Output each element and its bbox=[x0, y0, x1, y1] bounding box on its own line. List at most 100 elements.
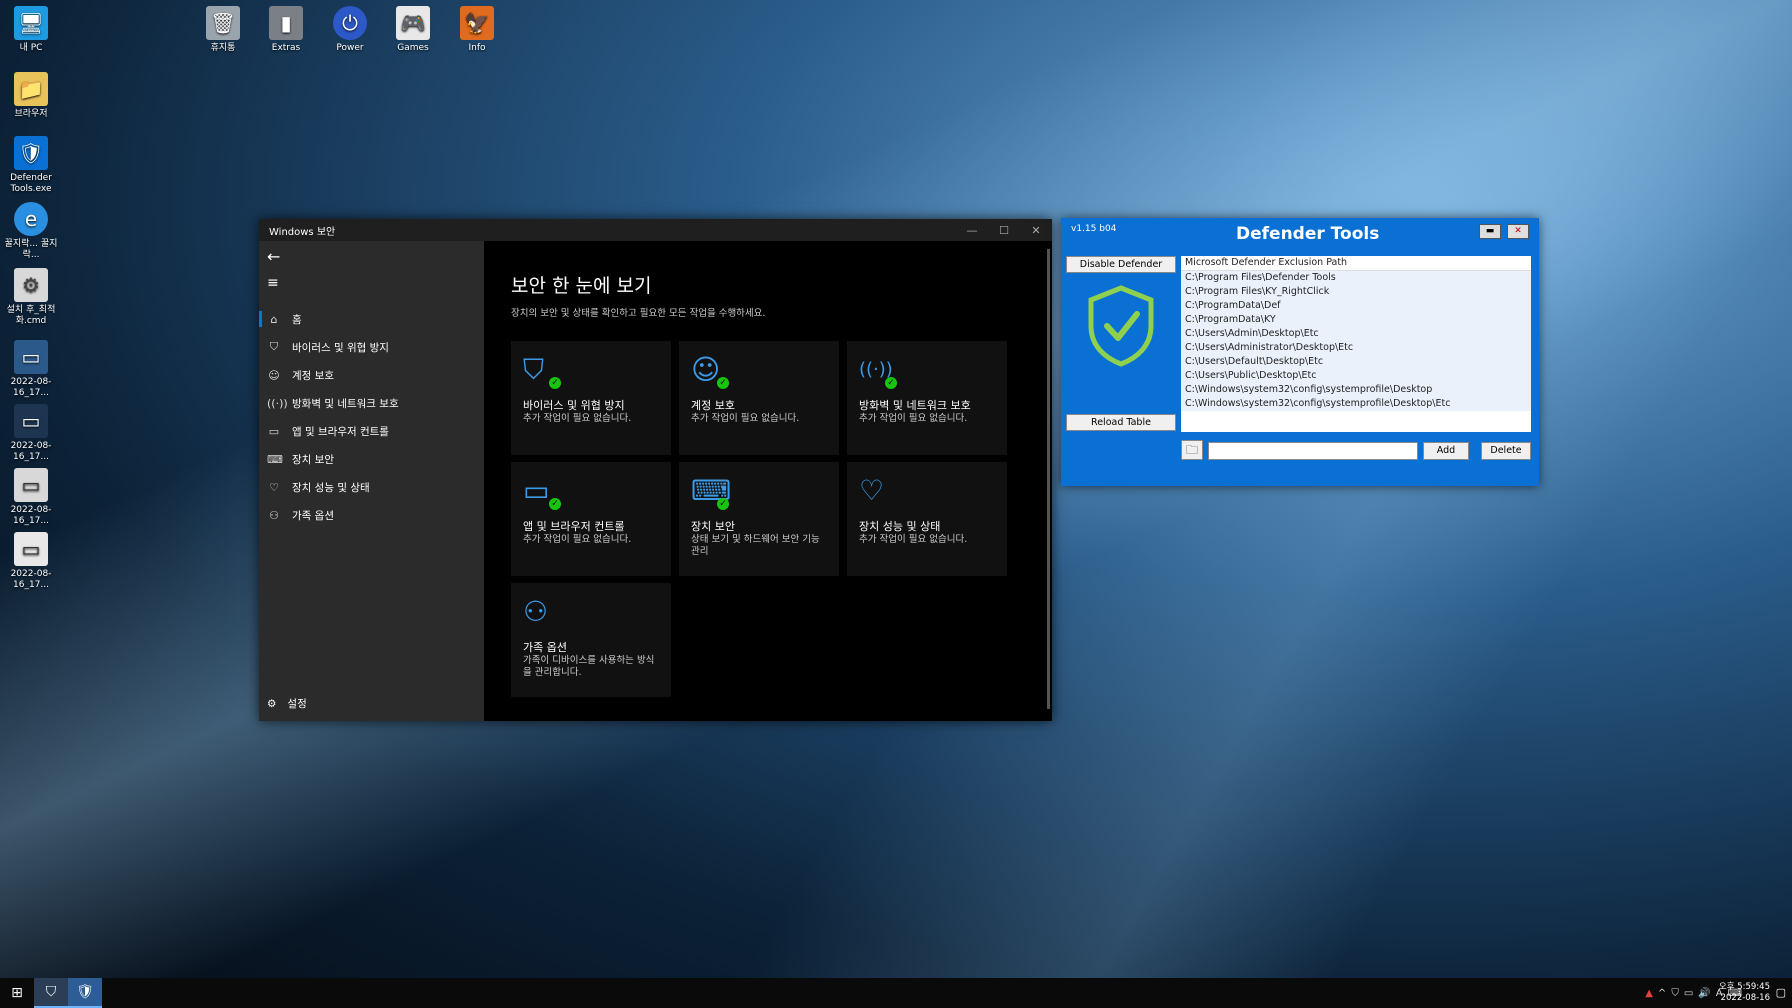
sidebar-item-label: 설정 bbox=[287, 698, 307, 710]
sidebar-item-settings[interactable]: ⚙ 설정 bbox=[267, 696, 307, 711]
desktop-icon-defender-tools[interactable]: 🛡 Defender Tools.exe bbox=[0, 136, 62, 195]
desktop-icon-label: 브라우저 bbox=[14, 109, 48, 119]
list-header: Microsoft Defender Exclusion Path bbox=[1181, 256, 1531, 271]
window-titlebar[interactable]: Windows 보안 — ☐ ✕ bbox=[259, 219, 1052, 241]
shield-icon: ⛉ ✓ bbox=[523, 353, 561, 389]
tile-title: 방화벽 및 네트워크 보호 bbox=[859, 399, 971, 412]
sidebar-nav: ⌂ 홈 ⛉ 바이러스 및 위협 방지 ☺ 계정 보호 ((·)) 방화벽 및 네… bbox=[259, 305, 484, 529]
image-icon: ▭ bbox=[14, 404, 48, 438]
desktop-icon-power[interactable]: ⏻ Power bbox=[319, 6, 381, 54]
delete-button[interactable]: Delete bbox=[1481, 442, 1531, 460]
tile-title: 앱 및 브라우저 컨트롤 bbox=[523, 520, 625, 533]
list-item[interactable]: C:\Windows\system32\config\systemprofile… bbox=[1181, 397, 1531, 411]
close-button[interactable]: ✕ bbox=[1020, 224, 1052, 237]
taskbar: ⊞ ⛉ 🛡 ▲ ^ ⛉ ▭ 🔊 A ⌨ 오후 5:59:45 2022-08-1… bbox=[0, 978, 1792, 1008]
desktop-icon-label: 설치 후_최적화.cmd bbox=[6, 305, 56, 326]
person-icon: ☺ bbox=[268, 368, 280, 382]
disable-defender-button[interactable]: Disable Defender bbox=[1066, 256, 1176, 273]
list-item[interactable]: C:\Users\Admin\Desktop\Etc bbox=[1181, 327, 1531, 341]
path-input[interactable] bbox=[1208, 442, 1418, 460]
tile-device-security[interactable]: ⌨ ✓ 장치 보안 상태 보기 및 하드웨어 보안 기능 관리 bbox=[679, 462, 839, 576]
sidebar-item-device-health[interactable]: ♡ 장치 성능 및 상태 bbox=[259, 473, 484, 501]
desktop-icon-browser[interactable]: 📁 브라우저 bbox=[0, 72, 62, 120]
list-item[interactable]: C:\Windows\system32\config\systemprofile… bbox=[1181, 383, 1531, 397]
desktop-icon-my-pc[interactable]: 🖥 내 PC bbox=[0, 6, 62, 54]
sidebar-item-account-protection[interactable]: ☺ 계정 보호 bbox=[259, 361, 484, 389]
taskbar-windows-security[interactable]: ⛉ bbox=[34, 978, 68, 1008]
desktop-icon-ie[interactable]: e 꿀지락... 꿀지락... bbox=[0, 202, 62, 261]
heart-icon: ♡ bbox=[859, 474, 885, 507]
ie-icon: e bbox=[14, 202, 48, 236]
home-icon: ⌂ bbox=[270, 312, 278, 326]
desktop-icon-games[interactable]: 🎮 Games bbox=[382, 6, 444, 54]
desktop-icon-info[interactable]: 🦅 Info bbox=[446, 6, 508, 54]
tray-app-icon[interactable]: ▲ bbox=[1645, 988, 1653, 999]
hamburger-menu-icon[interactable]: ≡ bbox=[267, 275, 279, 291]
scrollbar[interactable] bbox=[1047, 249, 1050, 709]
laptop-icon: ⌨ bbox=[267, 452, 283, 466]
network-icon[interactable]: ▭ bbox=[1684, 988, 1693, 999]
tile-status: 추가 작업이 필요 없습니다. bbox=[859, 534, 968, 545]
desktop-icon-label: Defender Tools.exe bbox=[10, 173, 52, 194]
extras-icon: ▮ bbox=[269, 6, 303, 40]
tile-title: 장치 보안 bbox=[691, 520, 735, 533]
back-arrow-icon[interactable]: ← bbox=[267, 247, 280, 266]
desktop-icon-cmd[interactable]: ⚙ 설치 후_최적화.cmd bbox=[0, 268, 62, 327]
shield-tray-icon[interactable]: ⛉ bbox=[1671, 988, 1679, 999]
list-item[interactable]: C:\ProgramData\KY bbox=[1181, 313, 1531, 327]
notification-icon[interactable]: ▢ bbox=[1776, 986, 1786, 999]
start-button[interactable]: ⊞ bbox=[0, 978, 34, 1008]
list-item[interactable]: C:\Users\Administrator\Desktop\Etc bbox=[1181, 341, 1531, 355]
sidebar-item-family[interactable]: ⚇ 가족 옵션 bbox=[259, 501, 484, 529]
sidebar-item-home[interactable]: ⌂ 홈 bbox=[259, 305, 484, 333]
desktop-icon-screenshot-4[interactable]: ▭ 2022-08-16_17... bbox=[0, 532, 62, 591]
window-icon: ▭ ✓ bbox=[523, 474, 561, 510]
desktop-icon-screenshot-3[interactable]: ▭ 2022-08-16_17... bbox=[0, 468, 62, 527]
reload-table-button[interactable]: Reload Table bbox=[1066, 414, 1176, 431]
add-button[interactable]: Add bbox=[1423, 442, 1469, 460]
minimize-button[interactable]: — bbox=[956, 224, 988, 237]
volume-icon[interactable]: 🔊 bbox=[1698, 988, 1710, 999]
tile-account-protection[interactable]: ☺ ✓ 계정 보호 추가 작업이 필요 없습니다. bbox=[679, 341, 839, 455]
tile-device-health[interactable]: ♡ 장치 성능 및 상태 추가 작업이 필요 없습니다. bbox=[847, 462, 1007, 576]
list-item[interactable]: C:\ProgramData\Def bbox=[1181, 299, 1531, 313]
desktop-icon-label: Games bbox=[397, 43, 429, 53]
folder-icon: 📁 bbox=[14, 72, 48, 106]
sidebar-item-firewall[interactable]: ((·)) 방화벽 및 네트워크 보호 bbox=[259, 389, 484, 417]
maximize-button[interactable]: ☐ bbox=[988, 224, 1020, 237]
list-item[interactable]: C:\Users\Default\Desktop\Etc bbox=[1181, 355, 1531, 369]
tile-app-browser[interactable]: ▭ ✓ 앱 및 브라우저 컨트롤 추가 작업이 필요 없습니다. bbox=[511, 462, 671, 576]
tile-firewall[interactable]: ((·)) ✓ 방화벽 및 네트워크 보호 추가 작업이 필요 없습니다. bbox=[847, 341, 1007, 455]
minimize-icon[interactable]: ▬ bbox=[1479, 224, 1501, 239]
family-icon: ⚇ bbox=[523, 595, 549, 628]
list-item[interactable]: C:\Program Files\Defender Tools bbox=[1181, 271, 1531, 285]
browse-folder-button[interactable]: 🗀 bbox=[1181, 440, 1203, 460]
list-item[interactable]: C:\Users\Public\Desktop\Etc bbox=[1181, 369, 1531, 383]
desktop-icon-label: 꿀지락... 꿀지락... bbox=[4, 239, 58, 260]
chevron-up-icon[interactable]: ^ bbox=[1658, 988, 1666, 999]
taskbar-defender-tools[interactable]: 🛡 bbox=[68, 978, 102, 1008]
tile-virus-protection[interactable]: ⛉ ✓ 바이러스 및 위협 방지 추가 작업이 필요 없습니다. bbox=[511, 341, 671, 455]
check-icon: ✓ bbox=[549, 377, 561, 389]
desktop-icon-screenshot-2[interactable]: ▭ 2022-08-16_17... bbox=[0, 404, 62, 463]
tile-family[interactable]: ⚇ 가족 옵션 가족이 디바이스를 사용하는 방식을 관리합니다. bbox=[511, 583, 671, 697]
sidebar-item-virus-protection[interactable]: ⛉ 바이러스 및 위협 방지 bbox=[259, 333, 484, 361]
desktop-icon-extras[interactable]: ▮ Extras bbox=[255, 6, 317, 54]
sidebar-item-app-browser[interactable]: ▭ 앱 및 브라우저 컨트롤 bbox=[259, 417, 484, 445]
close-icon[interactable]: ✕ bbox=[1507, 224, 1529, 239]
tile-title: 가족 옵션 bbox=[523, 641, 567, 654]
clock[interactable]: 오후 5:59:45 2022-08-16 bbox=[1719, 982, 1770, 1004]
check-icon: ✓ bbox=[549, 498, 561, 510]
sidebar-item-label: 홈 bbox=[292, 313, 302, 326]
family-icon: ⚇ bbox=[269, 508, 279, 522]
antenna-icon: ((·)) bbox=[267, 396, 288, 410]
desktop-icon-recycle-bin[interactable]: 🗑 휴지통 bbox=[192, 6, 254, 54]
list-item[interactable]: C:\Program Files\KY_RightClick bbox=[1181, 285, 1531, 299]
gear-icon: ⚙ bbox=[14, 268, 48, 302]
tile-status: 추가 작업이 필요 없습니다. bbox=[523, 534, 632, 545]
desktop-icon-screenshot-1[interactable]: ▭ 2022-08-16_17... bbox=[0, 340, 62, 399]
exclusion-path-list[interactable]: Microsoft Defender Exclusion Path C:\Pro… bbox=[1181, 256, 1531, 432]
sidebar-item-device-security[interactable]: ⌨ 장치 보안 bbox=[259, 445, 484, 473]
desktop-icon-label: 2022-08-16_17... bbox=[10, 569, 52, 590]
power-icon: ⏻ bbox=[333, 6, 367, 40]
